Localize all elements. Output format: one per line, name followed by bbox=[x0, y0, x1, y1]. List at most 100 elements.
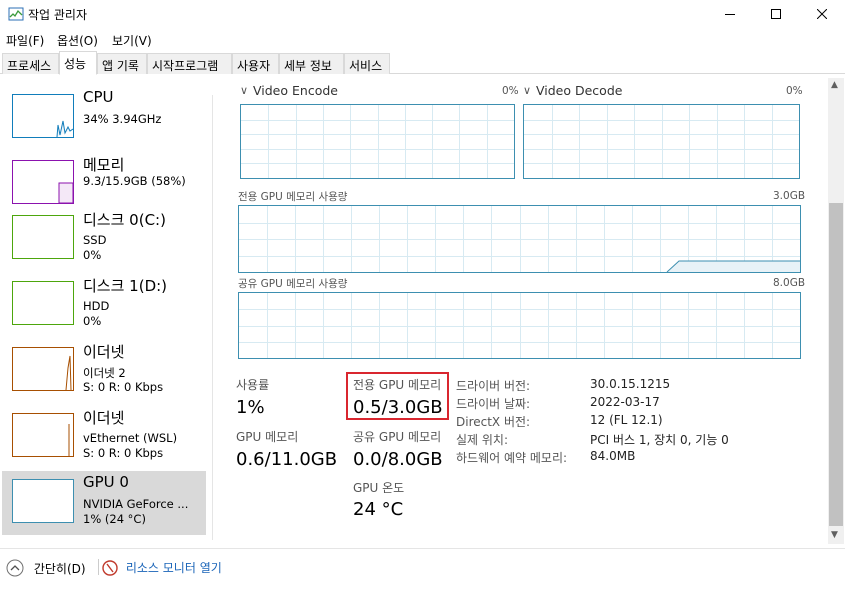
shared-memory-graph bbox=[238, 292, 801, 359]
tab-details[interactable]: 세부 정보 bbox=[279, 53, 344, 74]
dedicated-memory-graph-label: 전용 GPU 메모리 사용량 bbox=[238, 191, 348, 203]
chevron-down-icon[interactable]: ∨ bbox=[523, 84, 531, 97]
graph-gridline bbox=[606, 105, 608, 178]
graph-gridline bbox=[603, 293, 605, 358]
sidebar-item-title: 디스크 1(D:) bbox=[83, 277, 168, 295]
graph-gridline bbox=[377, 105, 379, 178]
maximize-button[interactable] bbox=[753, 0, 799, 28]
graph-gridline bbox=[716, 105, 718, 178]
sidebar-item-subtitle: NVIDIA GeForce ... bbox=[83, 497, 189, 511]
driver-date-key: 드라이버 날짜: bbox=[456, 397, 531, 411]
scroll-down-icon[interactable]: ▼ bbox=[831, 530, 838, 540]
menu-view[interactable]: 보기(V) bbox=[112, 32, 152, 49]
tab-processes[interactable]: 프로세스 bbox=[2, 53, 59, 74]
dedicated-memory-label: 전용 GPU 메모리 bbox=[353, 378, 442, 392]
reserved-memory-value: 84.0MB bbox=[590, 449, 636, 463]
sidebar-item-gpu0[interactable]: GPU 0 NVIDIA GeForce ... 1% (24 °C) bbox=[2, 471, 206, 535]
graph-gridline bbox=[404, 105, 406, 178]
chevron-down-icon[interactable]: ∨ bbox=[240, 84, 248, 97]
sidebar-item-detail: 0% bbox=[83, 314, 102, 328]
graph-gridline bbox=[268, 105, 270, 178]
usage-label: 사용률 bbox=[236, 378, 270, 392]
sidebar-item-detail: 0% bbox=[83, 248, 102, 262]
resource-monitor-link[interactable]: 리소스 모니터 열기 bbox=[102, 559, 222, 576]
vertical-scrollbar[interactable]: ▲ ▼ bbox=[828, 78, 844, 544]
sidebar-item-cpu[interactable]: CPU 34% 3.94GHz bbox=[2, 86, 206, 152]
minimize-button[interactable] bbox=[707, 0, 753, 28]
graph-gridline bbox=[631, 293, 633, 358]
reserved-memory-key: 하드웨어 예약 메모리: bbox=[456, 451, 568, 465]
scroll-up-icon[interactable]: ▲ bbox=[831, 80, 838, 90]
graph-gridline bbox=[491, 293, 493, 358]
graph-gridline bbox=[715, 293, 717, 358]
menu-options[interactable]: 옵션(O) bbox=[57, 32, 98, 49]
cpu-thumbnail bbox=[12, 94, 74, 138]
disk0-thumbnail bbox=[12, 215, 74, 259]
graph-gridline bbox=[744, 105, 745, 178]
graph-gridline bbox=[687, 293, 689, 358]
sidebar-item-subtitle: vEthernet (WSL) bbox=[83, 431, 178, 445]
graph-gridline bbox=[771, 105, 773, 178]
tab-app-history[interactable]: 앱 기록 bbox=[97, 53, 147, 74]
collapse-button[interactable]: 간단히(D) bbox=[6, 559, 86, 577]
sidebar-item-subtitle: HDD bbox=[83, 299, 110, 313]
video-decode-label[interactable]: Video Decode bbox=[536, 83, 622, 98]
title-bar: 작업 관리자 bbox=[0, 0, 845, 28]
sidebar-item-title: GPU 0 bbox=[83, 473, 129, 491]
driver-date-value: 2022-03-17 bbox=[590, 395, 660, 409]
sidebar-item-ethernet-2[interactable]: 이더넷 이더넷 2 S: 0 R: 0 Kbps bbox=[2, 339, 206, 405]
sidebar-item-detail: S: 0 R: 0 Kbps bbox=[83, 380, 164, 394]
cpu-mini-graph bbox=[56, 120, 73, 137]
sidebar-item-disk1[interactable]: 디스크 1(D:) HDD 0% bbox=[2, 273, 206, 339]
tab-services[interactable]: 서비스 bbox=[344, 53, 390, 74]
dedicated-memory-graph bbox=[238, 205, 801, 273]
menu-file[interactable]: 파일(F) bbox=[6, 32, 44, 49]
graph-gridline bbox=[432, 105, 434, 178]
shared-memory-value: 0.0/8.0GB bbox=[353, 449, 443, 470]
sidebar-item-subtitle: 34% 3.94GHz bbox=[83, 112, 162, 126]
sidebar-item-disk0[interactable]: 디스크 0(C:) SSD 0% bbox=[2, 207, 206, 273]
graph-gridline bbox=[579, 105, 580, 178]
scrollbar-thumb[interactable] bbox=[829, 203, 843, 526]
resource-monitor-icon bbox=[102, 559, 118, 576]
chevron-up-circle-icon bbox=[6, 559, 24, 577]
video-decode-percent: 0% bbox=[786, 85, 803, 97]
graph-gridline bbox=[435, 293, 437, 358]
memory-mini-graph bbox=[58, 182, 73, 203]
graph-gridline bbox=[486, 105, 488, 178]
sidebar-item-title: 메모리 bbox=[83, 156, 125, 174]
tab-performance[interactable]: 성능 bbox=[59, 51, 97, 75]
ethernet-thumbnail bbox=[12, 347, 74, 391]
graph-gridline bbox=[771, 293, 773, 358]
video-encode-label[interactable]: Video Encode bbox=[253, 83, 338, 98]
sidebar-item-subtitle: 이더넷 2 bbox=[83, 366, 126, 380]
ethernet-mini-graph bbox=[65, 355, 72, 390]
status-bar: 간단히(D) 리소스 모니터 열기 bbox=[0, 548, 845, 591]
disk1-thumbnail bbox=[12, 281, 74, 325]
graph-gridline bbox=[295, 105, 297, 178]
physical-location-key: 실제 위치: bbox=[456, 433, 509, 447]
video-decode-graph bbox=[523, 104, 800, 179]
graph-gridline bbox=[350, 105, 352, 178]
maximize-icon bbox=[771, 9, 781, 19]
graph-gridline bbox=[459, 105, 461, 178]
window-title: 작업 관리자 bbox=[28, 8, 88, 22]
shared-memory-label: 공유 GPU 메모리 bbox=[353, 430, 442, 444]
graph-gridline bbox=[351, 293, 353, 358]
sidebar-item-ethernet-wsl[interactable]: 이더넷 vEthernet (WSL) S: 0 R: 0 Kbps bbox=[2, 405, 206, 471]
graph-gridline bbox=[379, 293, 381, 358]
gpu-thumbnail bbox=[12, 479, 74, 523]
driver-version-key: 드라이버 버전: bbox=[456, 379, 531, 393]
tab-bar: 프로세스 성능 앱 기록 시작프로그램 사용자 세부 정보 서비스 bbox=[0, 50, 845, 75]
tab-users[interactable]: 사용자 bbox=[232, 53, 279, 74]
resource-monitor-label: 리소스 모니터 열기 bbox=[125, 561, 222, 575]
sidebar-item-subtitle: SSD bbox=[83, 233, 107, 247]
graph-gridline bbox=[267, 293, 269, 358]
tab-startup[interactable]: 시작프로그램 bbox=[147, 53, 232, 74]
graph-gridline bbox=[743, 293, 745, 358]
sidebar-item-subtitle: 9.3/15.9GB (58%) bbox=[83, 174, 186, 188]
graph-gridline bbox=[519, 293, 521, 358]
graph-gridline bbox=[575, 293, 577, 358]
graph-gridline bbox=[659, 293, 661, 358]
close-button[interactable] bbox=[799, 0, 845, 28]
